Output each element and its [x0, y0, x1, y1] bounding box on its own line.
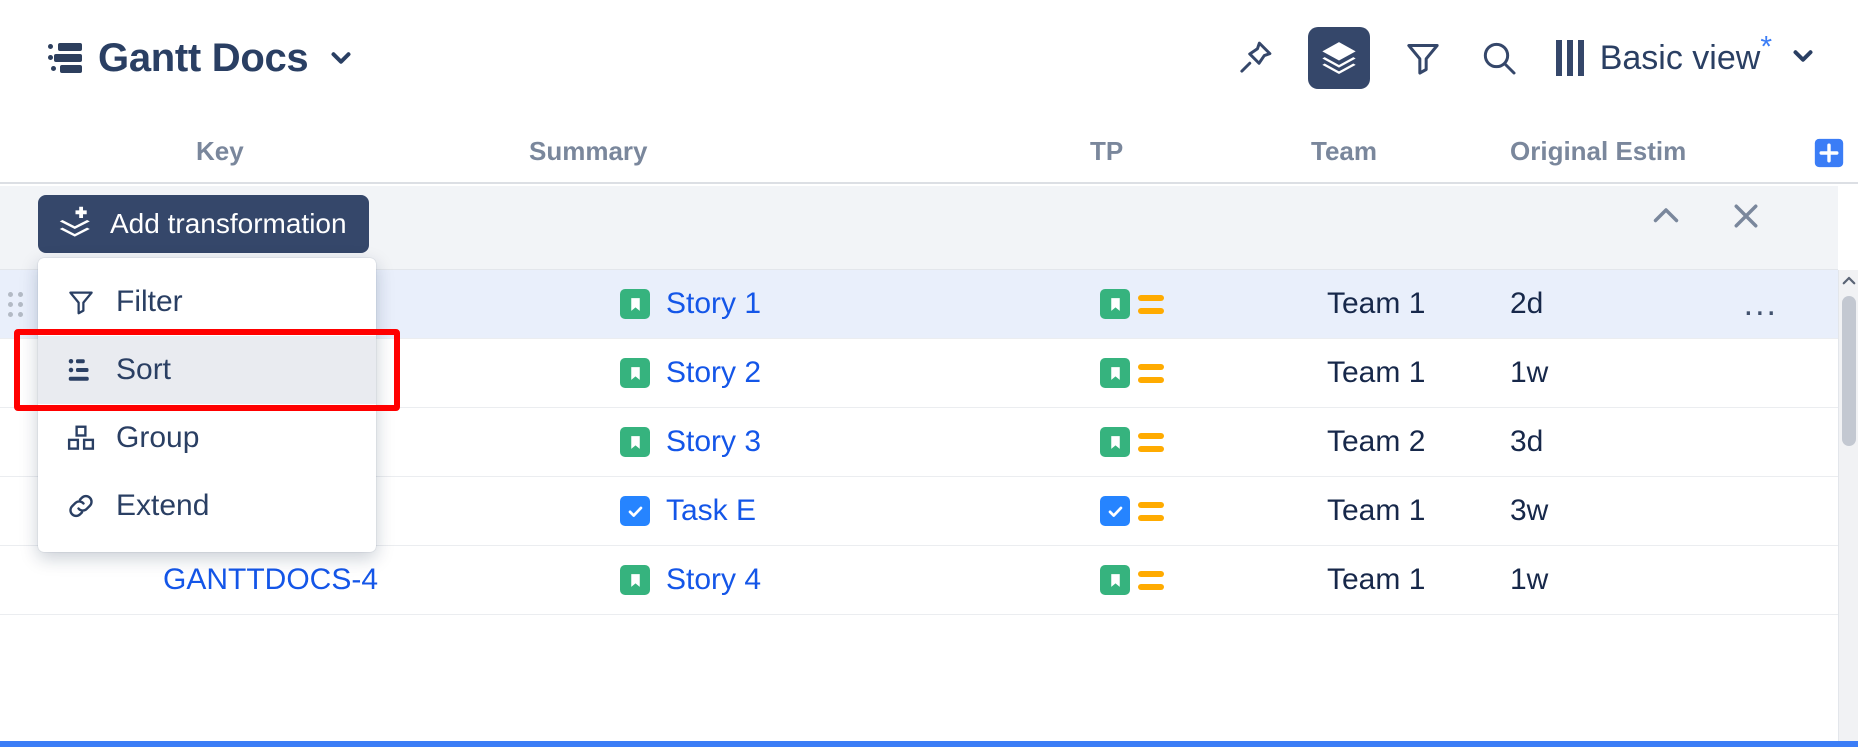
- column-header-team[interactable]: Team: [1311, 136, 1377, 167]
- menu-item-label: Group: [116, 421, 199, 455]
- priority-medium-icon: [1138, 295, 1164, 314]
- vertical-scrollbar[interactable]: [1838, 270, 1858, 747]
- cell-tp: [1100, 427, 1164, 457]
- add-transformation-button[interactable]: Add transformation: [38, 195, 369, 253]
- column-header-summary[interactable]: Summary: [529, 136, 648, 167]
- cell-summary-label: Story 3: [666, 425, 761, 459]
- gantt-chart-icon: [48, 43, 82, 73]
- cell-estimate: 2d: [1510, 287, 1543, 321]
- page-title: Gantt Docs: [98, 36, 308, 81]
- sort-icon: [64, 353, 98, 387]
- top-bar: Gantt Docs: [0, 0, 1858, 116]
- panel-controls: [1646, 196, 1766, 236]
- menu-item-filter[interactable]: Filter: [38, 268, 376, 336]
- cell-summary-label: Story 1: [666, 287, 761, 321]
- filter-icon[interactable]: [1400, 35, 1446, 81]
- cell-team: Team 1: [1327, 287, 1425, 321]
- story-type-icon: [620, 358, 650, 388]
- cell-team: Team 2: [1327, 425, 1425, 459]
- cell-tp: [1100, 289, 1164, 319]
- story-type-icon: [620, 565, 650, 595]
- row-more-actions-icon[interactable]: ...: [1744, 297, 1778, 311]
- add-layer-icon: [58, 206, 94, 243]
- chevron-down-icon[interactable]: [326, 43, 356, 73]
- row-drag-handle[interactable]: [8, 292, 24, 318]
- add-transformation-label: Add transformation: [110, 208, 347, 240]
- cell-summary-label: Story 4: [666, 563, 761, 597]
- page-title-group[interactable]: Gantt Docs: [0, 36, 356, 81]
- scrollbar-thumb[interactable]: [1842, 296, 1856, 446]
- cell-summary-label: Story 2: [666, 356, 761, 390]
- column-header-key[interactable]: Key: [196, 136, 244, 167]
- priority-medium-icon: [1138, 433, 1164, 452]
- menu-item-extend[interactable]: Extend: [38, 472, 376, 540]
- story-type-icon: [1100, 289, 1130, 319]
- cell-estimate: 3d: [1510, 425, 1543, 459]
- view-modified-marker: *: [1760, 30, 1772, 63]
- cell-team: Team 1: [1327, 563, 1425, 597]
- cell-summary[interactable]: Story 2: [620, 356, 761, 390]
- view-selector[interactable]: Basic view*: [1556, 39, 1818, 78]
- menu-item-sort[interactable]: Sort: [38, 336, 376, 404]
- story-type-icon: [620, 427, 650, 457]
- cell-tp: [1100, 358, 1164, 388]
- search-icon[interactable]: [1476, 35, 1522, 81]
- cell-summary[interactable]: Story 4: [620, 563, 761, 597]
- menu-item-label: Extend: [116, 489, 209, 523]
- priority-medium-icon: [1138, 364, 1164, 383]
- cell-team: Team 1: [1327, 494, 1425, 528]
- menu-item-label: Sort: [116, 353, 171, 387]
- link-icon: [64, 489, 98, 523]
- filter-icon: [64, 285, 98, 319]
- story-type-icon: [1100, 565, 1130, 595]
- cell-estimate: 1w: [1510, 563, 1548, 597]
- group-icon: [64, 421, 98, 455]
- menu-item-group[interactable]: Group: [38, 404, 376, 472]
- view-name-label: Basic view: [1600, 39, 1761, 77]
- cell-team: Team 1: [1327, 356, 1425, 390]
- cell-tp: [1100, 565, 1164, 595]
- story-type-icon: [620, 289, 650, 319]
- story-type-icon: [1100, 358, 1130, 388]
- cell-summary[interactable]: Story 1: [620, 287, 761, 321]
- pin-icon[interactable]: [1232, 35, 1278, 81]
- chevron-down-icon[interactable]: [1788, 41, 1818, 76]
- cell-summary-label: Task E: [666, 494, 756, 528]
- cell-estimate: 1w: [1510, 356, 1548, 390]
- task-type-icon: [1100, 496, 1130, 526]
- task-type-icon: [620, 496, 650, 526]
- layers-icon[interactable]: [1308, 27, 1370, 89]
- table-row[interactable]: GANTTDOCS-4 Story 4 Team 1 1w: [0, 546, 1838, 615]
- column-header-tp[interactable]: TP: [1090, 136, 1123, 167]
- close-icon[interactable]: [1726, 196, 1766, 236]
- columns-icon: [1556, 40, 1584, 76]
- story-type-icon: [1100, 427, 1130, 457]
- add-column-icon[interactable]: [1812, 136, 1846, 170]
- priority-medium-icon: [1138, 502, 1164, 521]
- chevron-up-icon[interactable]: [1646, 196, 1686, 236]
- cell-summary[interactable]: Task E: [620, 494, 756, 528]
- priority-medium-icon: [1138, 571, 1164, 590]
- cell-estimate: 3w: [1510, 494, 1548, 528]
- transformation-type-menu: Filter Sort Grou: [38, 258, 376, 552]
- cell-summary[interactable]: Story 3: [620, 425, 761, 459]
- gantt-docs-screen: Gantt Docs: [0, 0, 1858, 747]
- cell-tp: [1100, 496, 1164, 526]
- scroll-up-arrow-icon[interactable]: [1839, 270, 1858, 292]
- menu-item-label: Filter: [116, 285, 183, 319]
- toolbar-actions: Basic view*: [1232, 27, 1858, 89]
- bottom-accent-strip: [0, 741, 1858, 747]
- cell-key[interactable]: GANTTDOCS-4: [163, 563, 378, 597]
- table-header-row: Key Summary TP Team Original Estim: [0, 116, 1858, 184]
- column-header-original-estimate[interactable]: Original Estim: [1510, 136, 1686, 167]
- view-name: Basic view*: [1600, 39, 1772, 78]
